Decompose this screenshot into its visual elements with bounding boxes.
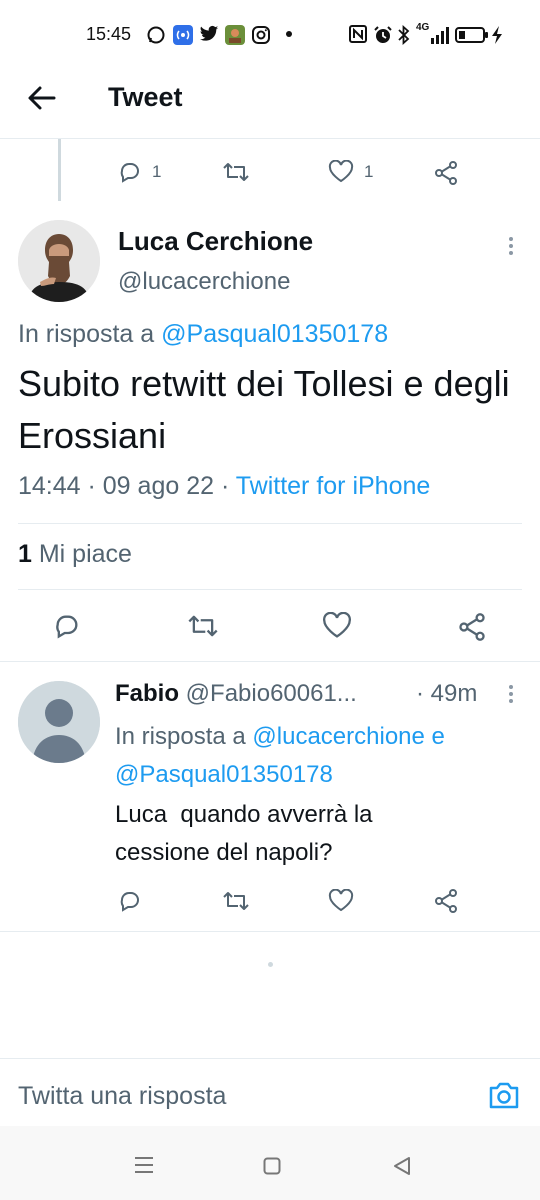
back-icon[interactable] — [393, 1156, 411, 1176]
likes-count: 1 — [18, 540, 32, 568]
reply-text-line: cessione del napoli? — [115, 839, 333, 866]
camera-icon[interactable] — [488, 1080, 520, 1110]
reply-to-link[interactable]: @Pasqual01350178 — [161, 320, 388, 348]
tweet-text: Subito retwitt dei Tollesi e degli Eross… — [18, 363, 510, 456]
reply-author[interactable]: Fabio @Fabio60061... — [115, 680, 357, 708]
app-header — [0, 68, 540, 139]
thread-line — [58, 139, 61, 201]
back-arrow-icon[interactable] — [26, 84, 58, 112]
like-button[interactable]: 1 — [328, 160, 373, 184]
like-count: 1 — [364, 162, 374, 181]
reply-joiner: e — [424, 723, 445, 750]
status-time: 15:45 — [86, 24, 132, 44]
retweet-button[interactable] — [222, 160, 250, 184]
twitter-icon — [199, 25, 219, 43]
avatar[interactable] — [18, 220, 100, 302]
divider — [18, 523, 522, 524]
likes-label: Mi piace — [38, 540, 132, 568]
heart-icon — [323, 612, 351, 638]
likes-summary[interactable]: 1 Mi piace — [18, 540, 132, 569]
reply-button[interactable] — [118, 889, 142, 913]
more-options-icon[interactable] — [508, 236, 514, 256]
reply-input[interactable]: Twitta una risposta — [18, 1082, 226, 1111]
heart-icon — [328, 160, 354, 183]
reply-button[interactable]: 1 — [118, 160, 161, 184]
reply-prefix: In risposta a — [18, 320, 162, 348]
divider — [0, 661, 540, 662]
default-avatar[interactable] — [18, 681, 100, 763]
reply-to-link[interactable]: @lucacerchione — [252, 723, 424, 750]
alarm-icon — [373, 25, 393, 43]
retweet-button[interactable] — [187, 612, 219, 640]
reply-author-name: Fabio — [115, 680, 179, 707]
reply-context: In risposta a @Pasqual01350178 — [18, 320, 388, 349]
share-icon — [435, 161, 457, 185]
retweet-icon — [223, 163, 249, 181]
dot-icon — [286, 31, 292, 37]
tweet-date: 09 ago 22 — [102, 472, 214, 500]
author-handle[interactable]: @lucacerchione — [118, 268, 290, 296]
reply-author-handle: @Fabio60061... — [185, 680, 357, 707]
app-icon — [225, 25, 245, 45]
reply-icon — [120, 892, 139, 912]
more-options-icon[interactable] — [508, 684, 514, 704]
reply-button[interactable] — [53, 612, 81, 640]
menu-icon[interactable] — [134, 1156, 154, 1174]
retweet-icon — [223, 892, 249, 910]
network-type: 4G — [416, 22, 430, 33]
divider — [0, 931, 540, 932]
whatsapp-icon — [146, 25, 166, 44]
author-name[interactable]: Luca Cerchione — [118, 226, 313, 257]
reply-text-line: Luca quando avverrà la — [115, 801, 373, 828]
reply-prefix: In risposta a — [115, 723, 253, 750]
reply-count: 1 — [152, 162, 162, 181]
share-icon — [459, 613, 485, 641]
meta-separator: · — [214, 472, 236, 500]
reply-text: Luca quando avverrà la cessione del napo… — [115, 796, 515, 872]
tweet-meta: 14:44 · 09 ago 22 · Twitter for iPhone — [18, 472, 430, 501]
home-icon[interactable] — [263, 1157, 281, 1175]
tweet-time: 14:44 — [18, 472, 81, 500]
reply-icon — [120, 163, 139, 183]
retweet-button[interactable] — [222, 889, 250, 913]
share-icon — [435, 889, 457, 913]
reply-context: In risposta a @lucacerchione e @Pasqual0… — [115, 718, 525, 794]
battery-icon — [455, 25, 489, 43]
like-button[interactable] — [328, 889, 354, 913]
like-button[interactable] — [322, 612, 352, 640]
charging-icon — [490, 25, 504, 44]
reply-to-link[interactable]: @Pasqual01350178 — [115, 761, 333, 788]
page-title: Tweet — [108, 82, 183, 112]
divider — [18, 589, 522, 590]
share-button[interactable] — [434, 888, 458, 914]
hotspot-icon — [173, 25, 193, 45]
retweet-icon — [188, 615, 218, 637]
tweet-source[interactable]: Twitter for iPhone — [236, 472, 431, 500]
status-bar: 15:45 4G — [0, 0, 540, 68]
reply-time: · 49m — [416, 680, 478, 707]
meta-separator: · — [80, 472, 103, 500]
bluetooth-icon — [397, 25, 417, 45]
heart-icon — [328, 889, 354, 912]
reply-icon — [56, 615, 78, 639]
share-button[interactable] — [458, 612, 486, 642]
nfc-icon — [349, 25, 369, 43]
loading-indicator — [268, 962, 273, 967]
signal-icon — [430, 25, 450, 44]
share-button[interactable] — [434, 160, 458, 186]
instagram-icon — [251, 25, 271, 44]
